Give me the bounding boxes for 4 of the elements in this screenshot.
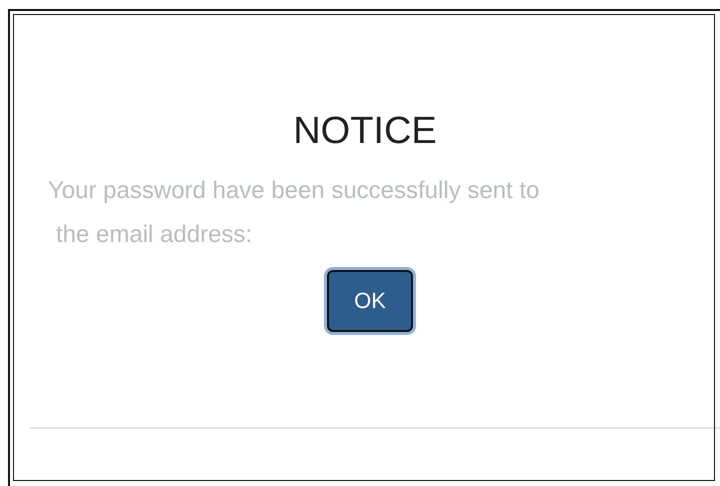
message-text: Your password have been successfully sent to	[48, 176, 540, 206]
message-text: the email address:	[55, 220, 254, 250]
ok-button[interactable]: OK	[327, 270, 413, 332]
dialog-title: NOTICE	[292, 109, 438, 153]
